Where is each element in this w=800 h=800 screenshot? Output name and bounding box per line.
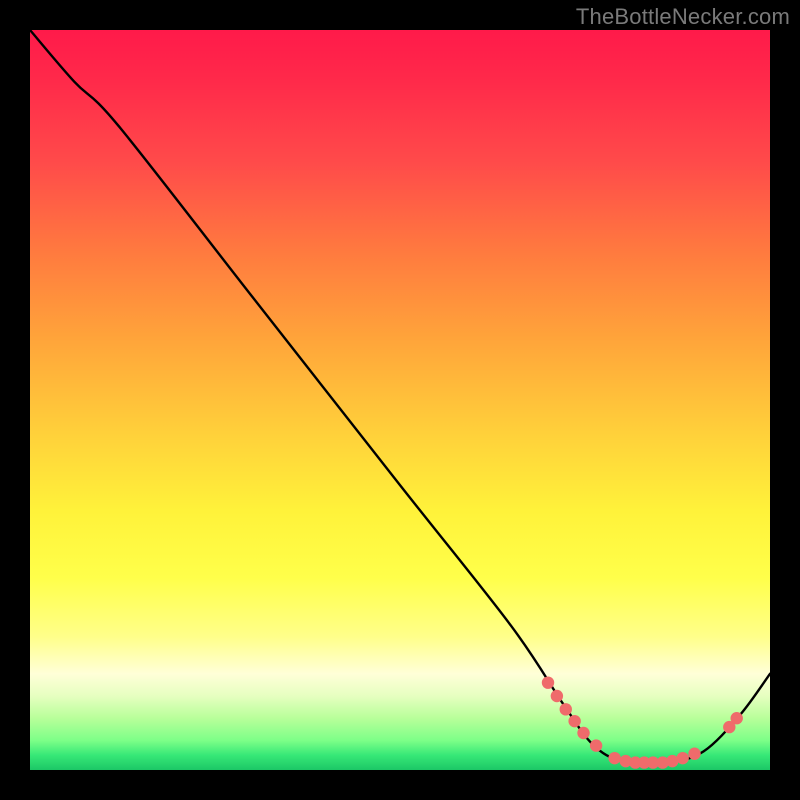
- marker-group: [542, 676, 743, 768]
- data-marker: [560, 703, 572, 715]
- chart-stage: TheBottleNecker.com: [0, 0, 800, 800]
- data-marker: [568, 715, 580, 727]
- data-marker: [608, 752, 620, 764]
- chart-svg: [30, 30, 770, 770]
- plot-frame: [30, 30, 770, 770]
- data-marker: [676, 752, 688, 764]
- data-marker: [731, 712, 743, 724]
- data-marker: [551, 690, 563, 702]
- data-marker: [688, 748, 700, 760]
- data-marker: [542, 676, 554, 688]
- data-marker: [577, 727, 589, 739]
- data-marker: [590, 739, 602, 751]
- bottleneck-curve: [30, 30, 770, 764]
- watermark-text: TheBottleNecker.com: [576, 4, 790, 30]
